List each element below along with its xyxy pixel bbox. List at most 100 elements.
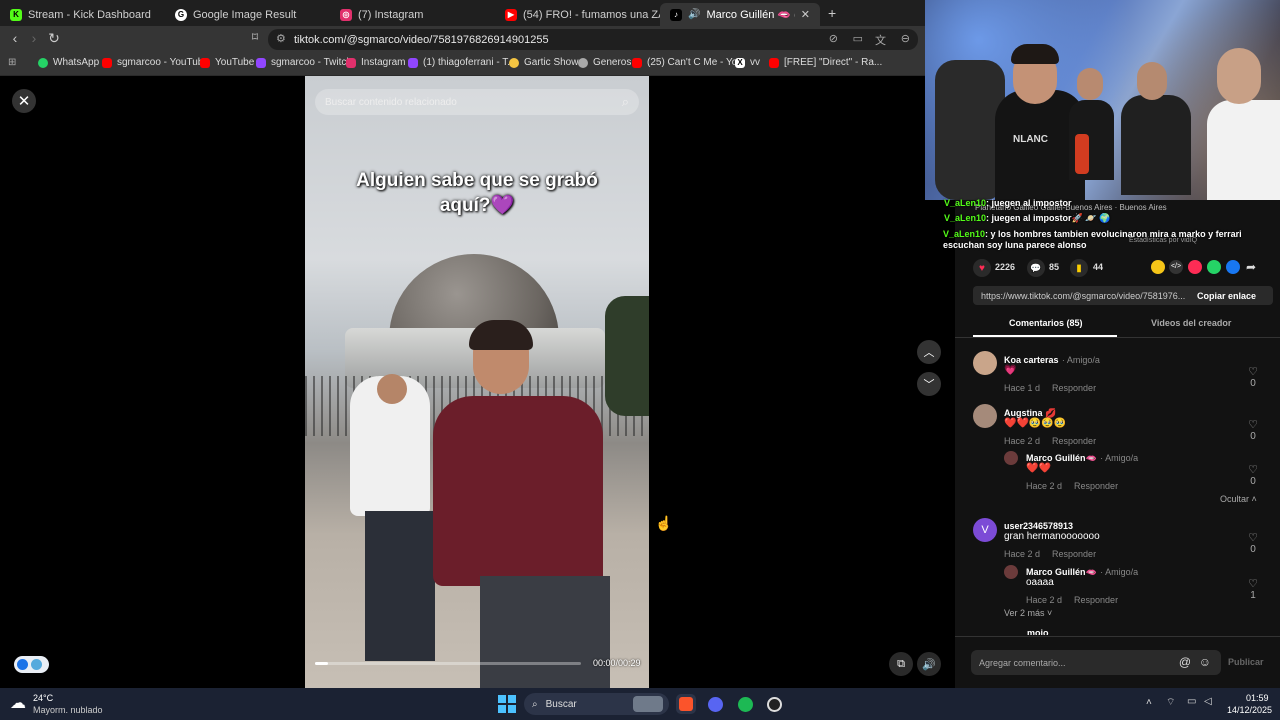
coin-icon[interactable] [1151,260,1165,274]
reply-button[interactable]: Responder [1052,383,1096,393]
facebook-share-icon[interactable] [1226,260,1240,274]
tab-tiktok-active[interactable]: ♪ 🔊 Marco Guillén 🫦 (@sgmarco ✕ [660,3,820,26]
taskbar-search[interactable]: ⌕ Buscar [524,693,669,715]
zoom-icon[interactable]: ⊖ [901,32,910,45]
tab-comments[interactable]: Comentarios (85) [1009,318,1083,328]
comment-like-icon[interactable]: ♡ [1247,418,1259,431]
comment-meta: Hace 2 d Responder [1004,433,1096,447]
post-button[interactable]: Publicar [1228,657,1264,667]
search-icon[interactable]: ⌕ [622,94,629,110]
weather-cloud-icon[interactable]: ☁ [10,693,26,713]
whatsapp-share-icon[interactable] [1207,260,1221,274]
bookmark-youtube[interactable]: YouTube [200,57,254,68]
back-icon[interactable]: ‹ [6,30,24,46]
reply-button[interactable]: Responder [1052,549,1096,559]
site-info-icon[interactable]: ⚙ [276,32,286,45]
like-button[interactable]: ♥ [973,259,991,277]
weather-desc[interactable]: Mayorm. nublado [33,705,103,715]
obs-icon[interactable] [764,694,784,714]
bookmark-generos[interactable]: Generos [578,57,631,68]
avatar[interactable] [973,351,997,375]
bookmark-twitch-sgmarcoo[interactable]: sgmarcoo - Twitch [256,57,352,68]
weather-temp[interactable]: 24°C [33,693,53,703]
comment-author[interactable]: Marco Guillén🫦 [1026,567,1097,577]
person-head [377,374,407,404]
pip-button[interactable]: ⧉ [889,652,913,676]
view-more-replies-button[interactable]: Ver 2 más ˅ [1004,608,1052,618]
comment-bubble-icon: 💬 [1030,262,1042,273]
bookmark-vv[interactable]: Xvv [735,57,760,68]
comment-like-icon[interactable]: ♡ [1247,463,1259,476]
forward-icon[interactable]: › [25,30,43,46]
comment-like-icon[interactable]: ♡ [1247,577,1259,590]
tab-google-image[interactable]: G Google Image Result [165,3,330,26]
bookmark-yt-sgmarcoo[interactable]: sgmarcoo - YouTube [102,57,209,68]
floating-extension-widget[interactable] [14,656,49,673]
tab-kick-dashboard[interactable]: K Stream - Kick Dashboard [0,3,160,26]
comment-like-count: 0 [1250,378,1256,389]
reply-button[interactable]: Responder [1074,481,1118,491]
comment-author[interactable]: Augstina 💋 [1004,408,1056,418]
comment-author[interactable]: user2346578913 [1004,521,1073,531]
embed-icon[interactable]: </> [1169,260,1183,274]
url-field[interactable]: ⚙ tiktok.com/@sgmarco/video/758197682691… [268,29,918,50]
person-4 [1207,100,1280,200]
comment-author[interactable]: Marco Guillén🫦 [1026,453,1097,463]
translate-icon[interactable]: 文 [875,32,886,48]
apps-grid-icon[interactable]: ⊞ [8,57,16,68]
avatar[interactable] [973,404,997,428]
emoji-icon[interactable]: ☺ [1199,655,1211,669]
bookmark-instagram[interactable]: Instagram [346,57,405,68]
send-to-friends-icon[interactable] [1188,260,1202,274]
copy-link-button[interactable]: Copiar enlace [1197,291,1256,301]
clock-date[interactable]: 14/12/2025 [1227,705,1272,715]
bookmark-thiagoferrani[interactable]: (1) thiagoferrani - T... [408,57,516,68]
save-button[interactable]: ▮ [1070,259,1088,277]
reply-button[interactable]: Responder [1074,595,1118,605]
bookmark-cant-c-me[interactable]: (25) Can't C Me - Yo... [632,57,746,68]
speaker-icon[interactable]: ◁ [1204,696,1212,707]
no-video-icon[interactable]: ⊘ [829,32,838,45]
tab-youtube-fro[interactable]: ▶ (54) FRO! - fumamos una ZAZA - You [495,3,660,26]
comment-like-icon[interactable]: ♡ [1247,531,1259,544]
bookmark-gartic[interactable]: Gartic Show [509,57,578,68]
volume-button[interactable]: 🔊 [917,652,941,676]
spotify-icon[interactable] [735,694,755,714]
comment-input[interactable]: Agregar comentario... @ ☺ [971,650,1221,675]
bookmark-free-direct[interactable]: [FREE] "Direct" - Ra... [769,57,882,68]
monitor-icon[interactable]: ▭ [1187,696,1196,707]
cast-icon[interactable]: ▭ [853,32,863,45]
video-progress-bar[interactable] [315,662,581,665]
comment-like-icon[interactable]: ♡ [1247,365,1259,378]
whatsapp-icon [38,57,48,68]
new-tab-button[interactable]: + [828,5,836,21]
bookmark-icon[interactable]: ⌑ [246,30,264,44]
tab-title: Stream - Kick Dashboard [28,8,151,21]
brave-browser-icon[interactable] [676,694,696,714]
tab-creator-videos[interactable]: Videos del creador [1151,318,1231,328]
previous-video-button[interactable]: ︿ [917,340,941,364]
network-icon[interactable]: ⌔ [1166,696,1175,709]
mention-icon[interactable]: @ [1179,655,1191,669]
tray-chevron-up-icon[interactable]: ˄ [1146,697,1152,708]
comment-author[interactable]: Koa carteras [1004,355,1059,365]
avatar[interactable] [1004,565,1018,579]
clock-time[interactable]: 01:59 [1246,693,1269,703]
start-windows-icon[interactable] [498,695,516,713]
discord-icon[interactable] [705,694,725,714]
reload-icon[interactable]: ↻ [45,30,63,47]
tiktok-video[interactable]: Buscar contenido relacionado ⌕ Alguien s… [305,76,649,688]
avatar[interactable]: V [973,518,997,542]
close-tab-icon[interactable]: ✕ [801,8,810,21]
bookmark-whatsapp[interactable]: WhatsApp [38,57,99,68]
next-video-button[interactable]: ﹀ [917,372,941,396]
related-search-input[interactable]: Buscar contenido relacionado ⌕ [315,89,639,115]
avatar[interactable] [1004,451,1018,465]
comment-button[interactable]: 💬 [1027,259,1045,277]
tab-instagram[interactable]: ◎ (7) Instagram [330,3,495,26]
hide-replies-button[interactable]: Ocultar ˄ [1220,494,1257,504]
close-viewer-icon[interactable]: ✕ [12,89,36,113]
reply-button[interactable]: Responder [1052,436,1096,446]
share-arrow-icon[interactable]: ➦ [1246,260,1256,274]
bookmark-label: Gartic Show [524,57,579,68]
